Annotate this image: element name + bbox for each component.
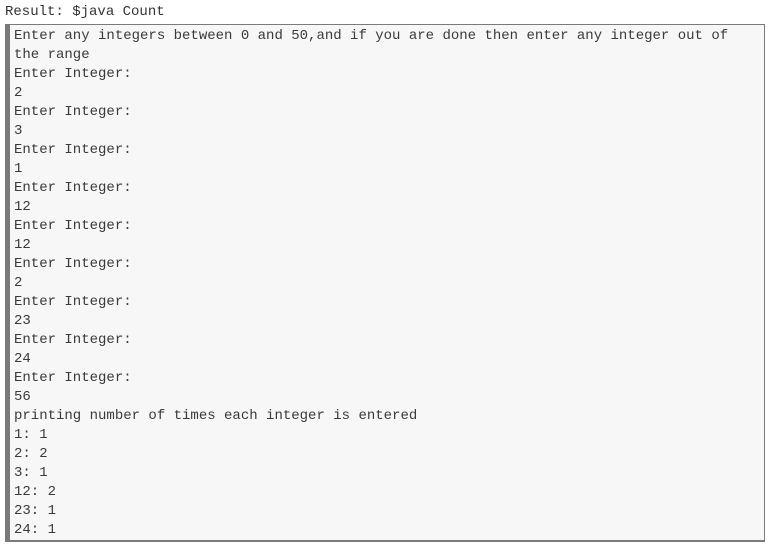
- output-line: 12: 2: [14, 484, 57, 500]
- output-line: Enter Integer:: [14, 256, 132, 272]
- output-line: Enter Integer:: [14, 104, 132, 120]
- output-line: 23: [14, 313, 31, 329]
- output-line: 24: [14, 351, 31, 367]
- output-line: 12: [14, 237, 31, 253]
- output-line: 1: 1: [14, 427, 48, 443]
- output-line: Enter Integer:: [14, 294, 132, 310]
- output-line: 2: [14, 275, 23, 291]
- output-line: Enter Integer:: [14, 180, 132, 196]
- output-line: 2: 2: [14, 446, 48, 462]
- output-line: Enter Integer:: [14, 370, 132, 386]
- output-line: 3: [14, 123, 23, 139]
- output-line: Enter any integers between 0 and 50,and …: [14, 28, 729, 44]
- output-line: 1: [14, 161, 23, 177]
- console-output: Enter any integers between 0 and 50,and …: [5, 24, 765, 542]
- output-line: Enter Integer:: [14, 218, 132, 234]
- output-line: 24: 1: [14, 522, 57, 538]
- output-line: 23: 1: [14, 503, 57, 519]
- output-line: Enter Integer:: [14, 66, 132, 82]
- output-line: 3: 1: [14, 465, 48, 481]
- output-line: Enter Integer:: [14, 142, 132, 158]
- result-label: Result: $java Count: [5, 4, 165, 20]
- output-line: 2: [14, 85, 23, 101]
- output-line: the range: [14, 47, 90, 63]
- output-line: 12: [14, 199, 31, 215]
- output-line: printing number of times each integer is…: [14, 408, 418, 424]
- output-line: 56: [14, 389, 31, 405]
- output-line: Enter Integer:: [14, 332, 132, 348]
